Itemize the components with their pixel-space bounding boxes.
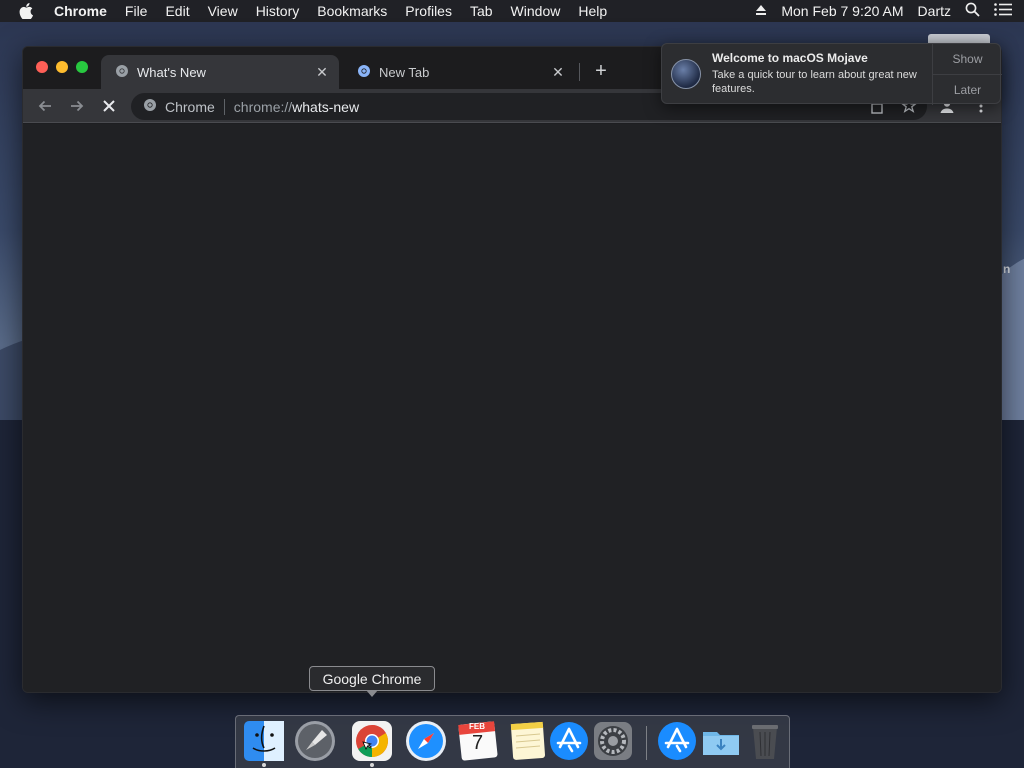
menu-history[interactable]: History xyxy=(256,3,300,19)
apple-icon[interactable] xyxy=(19,3,39,19)
calendar-month: FEB xyxy=(469,722,485,731)
running-indicator xyxy=(370,763,374,767)
safari-icon[interactable] xyxy=(405,720,447,762)
tab-separator xyxy=(579,63,580,81)
search-icon[interactable] xyxy=(965,2,980,20)
menu-edit[interactable]: Edit xyxy=(165,3,189,19)
dock-tooltip: Google Chrome xyxy=(309,666,435,691)
notification-title: Welcome to macOS Mojave xyxy=(712,51,868,65)
launchpad-icon[interactable] xyxy=(294,720,336,762)
tab-whats-new[interactable]: What's New ✕ xyxy=(101,55,339,89)
forward-arrow-icon[interactable] xyxy=(67,96,87,116)
notes-icon[interactable] xyxy=(507,720,549,762)
tab-title: New Tab xyxy=(379,64,430,80)
close-tab-icon[interactable]: ✕ xyxy=(547,64,569,81)
notification-body: Take a quick tour to learn about great n… xyxy=(712,69,917,95)
new-tab-plus-icon[interactable]: + xyxy=(589,59,613,83)
menu-file[interactable]: File xyxy=(125,3,148,19)
menu-profiles[interactable]: Profiles xyxy=(405,3,452,19)
omnibox-divider xyxy=(223,98,225,115)
site-chip-label: Chrome xyxy=(165,98,215,115)
downloads-folder-icon[interactable] xyxy=(700,720,742,762)
menu-bar: Chrome File Edit View History Bookmarks … xyxy=(0,0,1024,22)
mojave-notification[interactable]: Welcome to macOS Mojave Take a quick tou… xyxy=(661,43,1002,105)
menu-window[interactable]: Window xyxy=(511,3,561,19)
eject-icon[interactable] xyxy=(755,3,767,19)
notification-center-icon[interactable] xyxy=(994,3,1012,19)
desktop-file-label[interactable]: n xyxy=(1003,262,1010,276)
macos-mojave-icon xyxy=(671,59,701,89)
dock: FEB 7 xyxy=(235,715,790,768)
app-store-downloads-icon[interactable] xyxy=(656,720,698,762)
back-arrow-icon[interactable] xyxy=(35,96,55,116)
page-content[interactable] xyxy=(23,124,1001,692)
trash-icon[interactable] xyxy=(744,720,786,762)
close-window-button[interactable] xyxy=(36,61,48,73)
menubar-user[interactable]: Dartz xyxy=(918,3,951,19)
running-indicator xyxy=(262,763,266,767)
notification-show-button[interactable]: Show xyxy=(933,44,1002,74)
menu-view[interactable]: View xyxy=(208,3,238,19)
minimize-window-button[interactable] xyxy=(56,61,68,73)
calendar-day: 7 xyxy=(472,732,484,754)
menu-chrome[interactable]: Chrome xyxy=(54,3,107,19)
menubar-clock[interactable]: Mon Feb 7 9:20 AM xyxy=(781,3,903,19)
close-tab-icon[interactable]: ✕ xyxy=(311,64,333,81)
chrome-dock-icon[interactable] xyxy=(351,720,393,762)
stop-loading-icon[interactable] xyxy=(99,96,119,116)
tab-new-tab[interactable]: New Tab ✕ xyxy=(343,55,575,89)
zoom-window-button[interactable] xyxy=(76,61,88,73)
url-scheme: chrome:// xyxy=(233,98,293,115)
url-path: whats-new xyxy=(292,98,360,115)
menu-bookmarks[interactable]: Bookmarks xyxy=(317,3,387,19)
chrome-site-icon xyxy=(131,98,165,115)
dock-separator xyxy=(646,726,647,760)
chrome-favicon-icon xyxy=(343,64,379,81)
app-store-icon[interactable] xyxy=(548,720,590,762)
tab-title: What's New xyxy=(137,64,206,80)
notification-later-button[interactable]: Later xyxy=(933,74,1002,104)
finder-icon[interactable] xyxy=(243,720,285,762)
dock-tooltip-arrow xyxy=(366,690,378,697)
menu-tab[interactable]: Tab xyxy=(470,3,493,19)
menubar-status-area: Mon Feb 7 9:20 AM Dartz xyxy=(755,0,1024,22)
system-preferences-icon[interactable] xyxy=(592,720,634,762)
menu-help[interactable]: Help xyxy=(578,3,607,19)
chrome-favicon-icon xyxy=(101,64,137,81)
chrome-window: What's New ✕ New Tab ✕ + Chrome chrome:/… xyxy=(22,46,1002,693)
notification-actions: Show Later xyxy=(932,44,1002,105)
calendar-icon[interactable]: FEB 7 xyxy=(457,720,499,762)
